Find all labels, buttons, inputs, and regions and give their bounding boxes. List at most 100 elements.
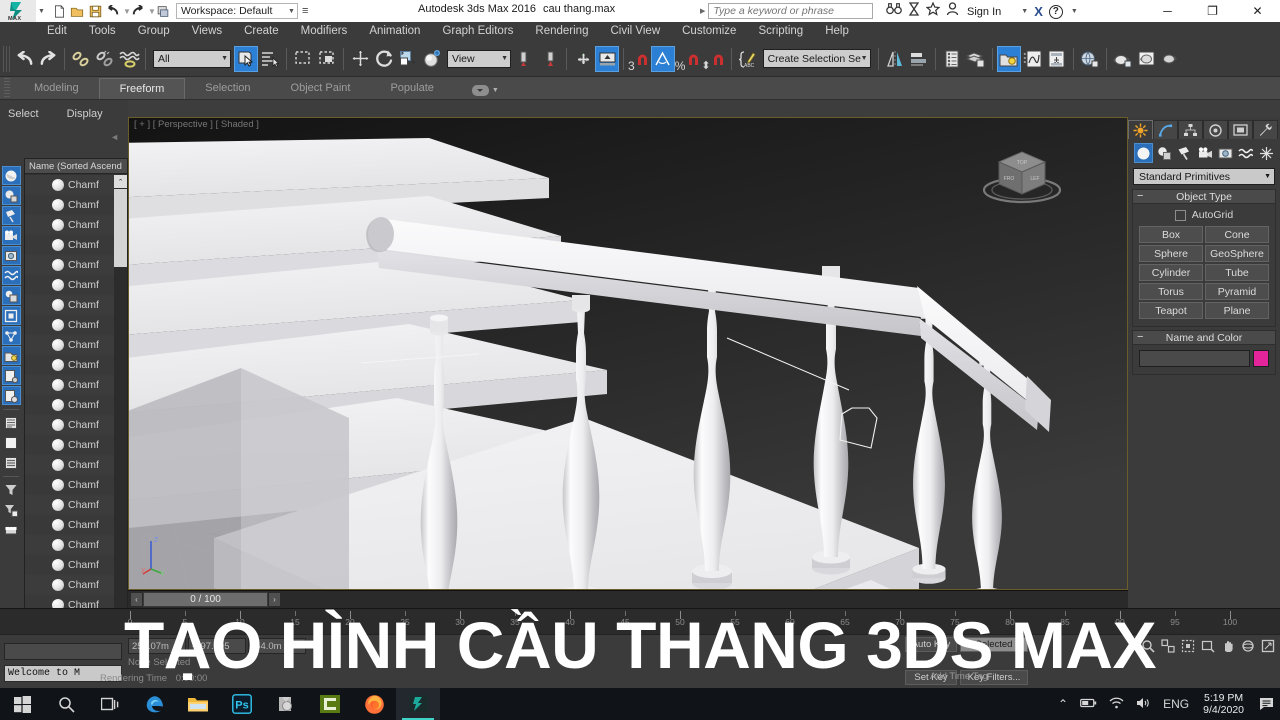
perspective-viewport[interactable]: [ + ] [ Perspective ] [ Shaded ] TOP FRO… — [128, 117, 1128, 590]
close-button[interactable]: ✕ — [1235, 0, 1280, 22]
search-caret-icon[interactable]: ▶ — [700, 7, 705, 15]
list-item[interactable]: Chamf — [25, 515, 114, 535]
filter-layers-icon[interactable] — [1, 386, 21, 405]
light-bulb-icon[interactable] — [39, 378, 48, 391]
scene-converter-icon[interactable] — [964, 46, 988, 72]
cameras-icon[interactable] — [1195, 143, 1214, 163]
battery-icon[interactable] — [1074, 697, 1103, 712]
tab-object-paint[interactable]: Object Paint — [271, 78, 371, 99]
cylinder-button[interactable]: Cylinder — [1139, 264, 1203, 281]
notification-icon[interactable] — [1252, 688, 1280, 720]
light-bulb-icon[interactable] — [39, 558, 48, 571]
light-bulb-icon[interactable] — [39, 318, 48, 331]
explorer-menu-select[interactable]: Select — [8, 108, 39, 120]
sign-in-caret-icon[interactable]: ▼ — [1021, 8, 1028, 15]
utilities-tab-icon[interactable] — [1253, 120, 1278, 139]
filter-lights-icon[interactable] — [1, 206, 21, 225]
light-bulb-icon[interactable] — [39, 358, 48, 371]
light-bulb-icon[interactable] — [39, 218, 48, 231]
tube-button[interactable]: Tube — [1205, 264, 1269, 281]
selection-filter-combo[interactable]: All ▼ — [153, 49, 231, 68]
autogrid-checkbox[interactable] — [1174, 209, 1186, 221]
filter-hidden-objects-icon[interactable] — [1, 346, 21, 365]
undo-icon[interactable] — [105, 3, 122, 20]
redo-icon[interactable] — [36, 46, 60, 72]
geometry-icon[interactable] — [1134, 143, 1154, 163]
ribbon-collapse-icon[interactable] — [471, 85, 489, 96]
teapot-button[interactable]: Teapot — [1139, 302, 1203, 319]
filter-groups-icon[interactable] — [1, 286, 21, 305]
box-button[interactable]: Box — [1139, 226, 1203, 243]
ribbon-grip[interactable] — [4, 78, 10, 98]
current-frame-display[interactable]: 0 / 100 — [143, 592, 268, 607]
lights-icon[interactable] — [1175, 143, 1194, 163]
object-name-input[interactable] — [1139, 350, 1250, 367]
helpers-icon[interactable] — [1216, 143, 1235, 163]
list-item[interactable]: Chamf — [25, 395, 114, 415]
menu-item-civil-view[interactable]: Civil View — [599, 22, 671, 41]
light-bulb-icon[interactable] — [39, 418, 48, 431]
chevron-down-icon-2[interactable]: ▼ — [501, 55, 508, 62]
sphere-button[interactable]: Sphere — [1139, 245, 1203, 262]
page-view-icon[interactable] — [2, 433, 21, 452]
list-item[interactable]: Chamf — [25, 535, 114, 555]
list-item[interactable]: Chamf — [25, 375, 114, 395]
help-caret-icon[interactable]: ▼ — [1071, 8, 1078, 15]
select-and-link-icon[interactable] — [69, 46, 93, 72]
filter-xrefs-icon[interactable] — [1, 306, 21, 325]
select-object-icon[interactable] — [234, 45, 258, 72]
plane-button[interactable]: Plane — [1205, 302, 1269, 319]
list-item[interactable]: Chamf — [25, 275, 114, 295]
light-bulb-icon[interactable] — [39, 458, 48, 471]
favorites-star-icon[interactable] — [925, 1, 941, 21]
viewport-label[interactable]: [ + ] [ Perspective ] [ Shaded ] — [134, 119, 259, 130]
light-bulb-icon[interactable] — [39, 578, 48, 591]
compact-material-editor-icon[interactable] — [996, 45, 1021, 72]
3dsmax-icon[interactable] — [396, 688, 440, 720]
filter-bones-icon[interactable] — [1, 326, 21, 345]
select-by-name-icon[interactable] — [258, 46, 282, 72]
filter-funnel-icon[interactable] — [2, 480, 21, 499]
app-logo-icon[interactable]: MAX — [0, 0, 36, 22]
list-item[interactable]: Chamf — [25, 235, 114, 255]
workspace-flyout-icon[interactable]: ≡ — [302, 5, 308, 17]
list-item[interactable]: Chamf — [25, 195, 114, 215]
list-item[interactable]: Chamf — [25, 415, 114, 435]
unlink-selection-icon[interactable] — [93, 46, 117, 72]
active-shade-icon[interactable] — [1159, 46, 1183, 72]
explorer-column-header[interactable]: Name (Sorted Ascend — [25, 159, 127, 174]
window-crossing-toggle-icon[interactable] — [315, 46, 339, 72]
view-cube[interactable]: TOP FRO LEF — [979, 140, 1065, 211]
cone-button[interactable]: Cone — [1205, 226, 1269, 243]
render-frame-window-icon[interactable] — [1135, 46, 1159, 72]
workspace-selector[interactable]: Workspace: Default ▼ — [175, 3, 298, 19]
light-bulb-icon[interactable] — [39, 538, 48, 551]
explorer-scroll-thumb[interactable] — [114, 189, 127, 267]
sketchup-icon[interactable] — [264, 688, 308, 720]
light-bulb-icon[interactable] — [39, 298, 48, 311]
systems-icon[interactable] — [1257, 143, 1276, 163]
coord-system-combo[interactable]: View ▼ — [447, 49, 511, 68]
list-item[interactable]: Chamf — [25, 355, 114, 375]
help-icon[interactable]: ? — [1048, 4, 1063, 19]
filter-frozen-objects-icon[interactable] — [1, 366, 21, 385]
use-selection-center-icon[interactable] — [538, 46, 562, 72]
reference-coordinate-system-icon[interactable] — [420, 46, 444, 72]
create-tab-icon[interactable] — [1128, 120, 1153, 139]
photoshop-icon[interactable]: Ps — [220, 688, 264, 720]
autogrid-row[interactable]: AutoGrid — [1139, 209, 1269, 221]
hourglass-icon[interactable] — [908, 2, 920, 21]
render-production-teapot-icon[interactable] — [1111, 46, 1135, 72]
list-item[interactable]: Chamf — [25, 295, 114, 315]
redo-caret[interactable]: ▼ — [148, 7, 156, 16]
chevron-down-icon[interactable]: ▼ — [221, 55, 228, 62]
named-selection-set-combo[interactable]: Create Selection Se ▼ — [762, 49, 871, 68]
filter-settings-icon[interactable] — [2, 500, 21, 519]
display-tab-icon[interactable] — [1228, 120, 1253, 139]
explorer-menu-display[interactable]: Display — [67, 108, 103, 120]
use-pivot-point-center-icon[interactable] — [514, 46, 538, 72]
volume-icon[interactable] — [1130, 697, 1157, 712]
filter-helpers-icon[interactable] — [1, 246, 21, 265]
light-bulb-icon[interactable] — [39, 278, 48, 291]
menu-item-scripting[interactable]: Scripting — [747, 22, 814, 41]
